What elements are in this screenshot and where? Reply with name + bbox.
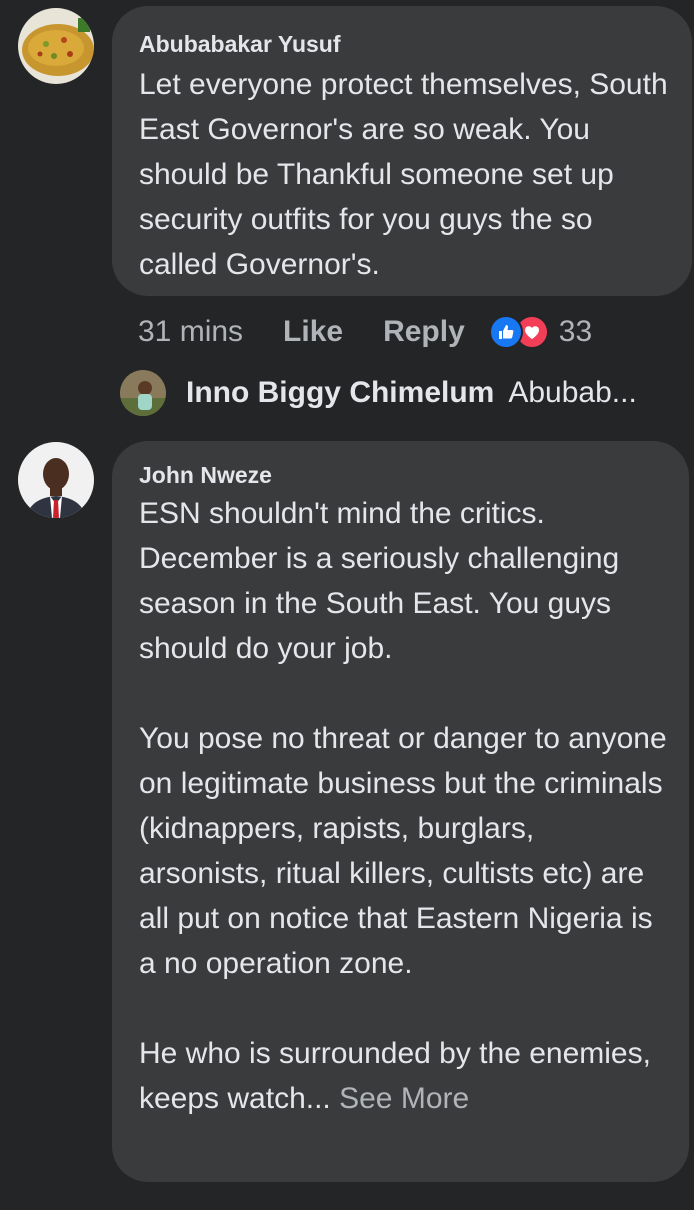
reactions-summary[interactable]: 33: [488, 314, 593, 350]
avatar-abubabakar-yusuf[interactable]: [18, 8, 94, 84]
comments-thread: Abubabakar Yusuf Let everyone protect th…: [0, 0, 694, 1210]
comment-actions: 31 mins Like Reply 33: [138, 314, 592, 350]
comment-text: Let everyone protect themselves, South E…: [139, 68, 676, 281]
see-more-link[interactable]: See More: [339, 1082, 469, 1115]
comment-bubble: John Nweze ESN shouldn't mind the critic…: [112, 441, 689, 1182]
like-button[interactable]: Like: [283, 314, 343, 350]
reply-preview[interactable]: Inno Biggy Chimelum Abubab...: [120, 370, 637, 416]
comment-body: ESN shouldn't mind the critics. December…: [139, 497, 667, 1115]
like-reaction-icon: [488, 315, 523, 349]
avatar-john-nweze[interactable]: [18, 442, 94, 518]
comment-text: ESN shouldn't mind the critics. December…: [139, 491, 669, 1121]
comment-timestamp[interactable]: 31 mins: [138, 314, 243, 350]
comment-bubble: Abubabakar Yusuf Let everyone protect th…: [112, 6, 692, 296]
avatar-inno-biggy-chimelum[interactable]: [120, 370, 166, 416]
reply-author[interactable]: Inno Biggy Chimelum: [186, 376, 494, 410]
reply-button[interactable]: Reply: [383, 314, 465, 350]
comment-author[interactable]: John Nweze: [139, 461, 669, 489]
reply-snippet: Abubab...: [508, 376, 637, 409]
comment-author[interactable]: Abubabakar Yusuf: [139, 30, 672, 58]
reaction-count: 33: [558, 315, 593, 348]
